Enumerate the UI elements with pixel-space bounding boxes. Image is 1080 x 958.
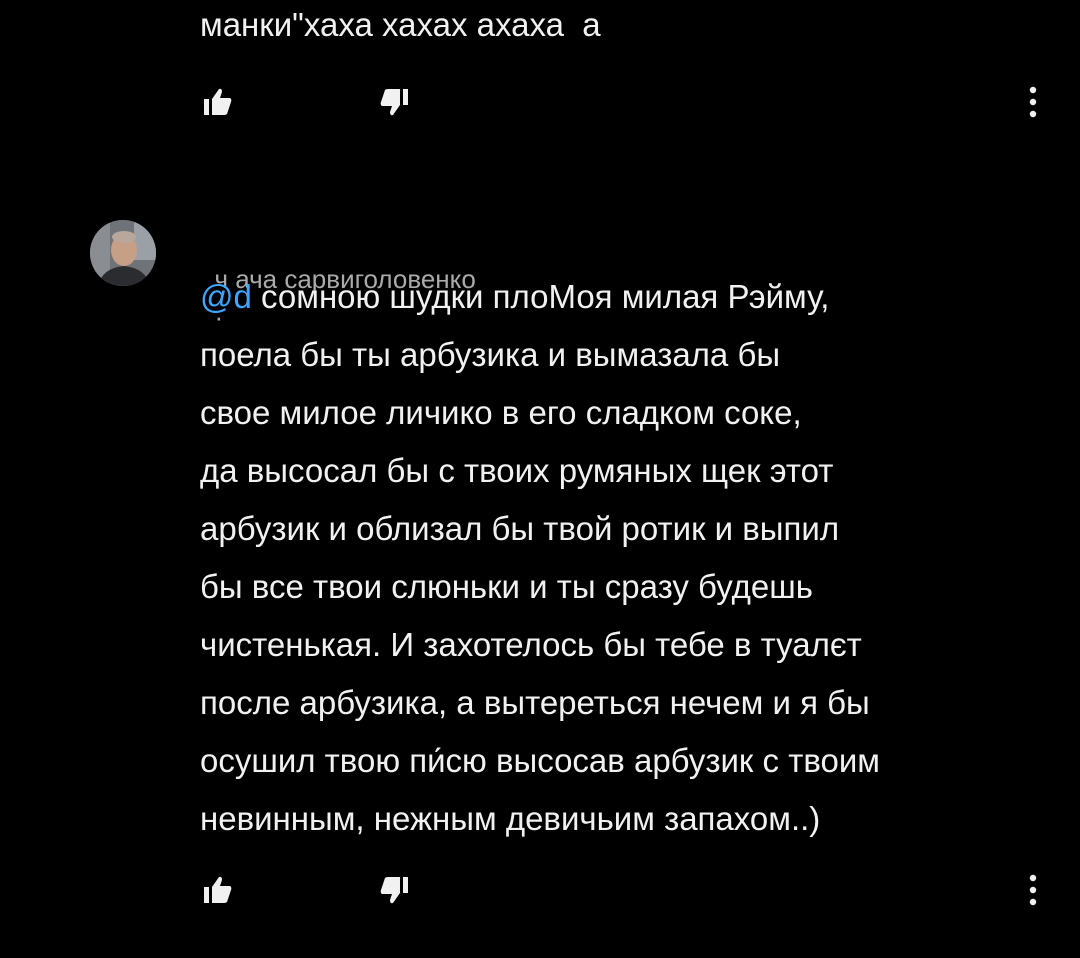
comment-line: чистенькая. И захотелось бы тебе в туалє… (200, 626, 862, 663)
comment-line: поела бы ты арбузика и вымазала бы (200, 336, 781, 373)
more-vertical-icon (1029, 86, 1037, 118)
comment-line-text: сомною шудки плоМоя милая Рэйму, (251, 278, 830, 315)
more-vertical-icon (1029, 874, 1037, 906)
comment-line: да высосал бы с твоих румяных щек этот (200, 452, 834, 489)
like-button[interactable] (198, 80, 238, 124)
comment-line: осушил твою пи́сю высосав арбузик с твои… (200, 742, 880, 779)
dislike-button[interactable] (374, 80, 414, 124)
thumbs-up-icon (204, 876, 232, 903)
comment-actions (198, 868, 1058, 912)
comment-line: бы все твои слюньки и ты сразу будешь (200, 568, 813, 605)
comment-line: арбузик и облизал бы твой ротик и выпил (200, 510, 840, 547)
user-avatar[interactable] (90, 220, 156, 286)
thumbs-down-icon (380, 89, 408, 116)
mention-link[interactable]: @d (200, 278, 252, 315)
comment-line: невинным, нежным девичьим запахом..) (200, 800, 821, 837)
comment-menu-button[interactable] (1018, 868, 1048, 912)
dislike-button[interactable] (374, 868, 414, 912)
comment-text: @d сомною шудки плоМоя милая Рэйму, поел… (200, 268, 1060, 848)
comment-line: после арбузика, а вытереться нечем и я б… (200, 684, 870, 721)
thumbs-down-icon (380, 877, 408, 904)
previous-comment-text: манки"хаха хахах ахаха а (200, 6, 601, 43)
comment-menu-button[interactable] (1018, 80, 1048, 124)
thumbs-up-icon (204, 88, 232, 115)
comment-line: свое милое личико в его сладком соке, (200, 394, 802, 431)
previous-comment-actions (198, 80, 1058, 124)
like-button[interactable] (198, 868, 238, 912)
avatar-image (90, 220, 156, 286)
comment-line: @d сомною шудки плоМоя милая Рэйму, (200, 268, 1060, 326)
